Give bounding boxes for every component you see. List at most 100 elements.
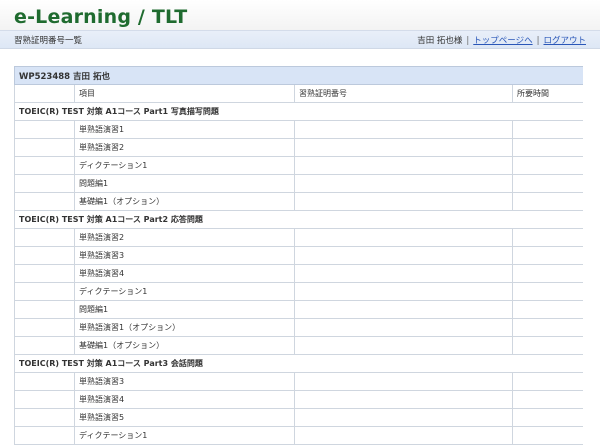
certificate-table-panel: WP523488 吉田 拓也 項目 習熟証明番号 所要時間 TOEIC(R) T… xyxy=(14,66,583,445)
nav-separator: | xyxy=(466,36,470,46)
item-row: 問題編1 xyxy=(14,174,583,193)
indent-cell xyxy=(14,408,75,427)
certificate-number-cell xyxy=(294,372,513,391)
item-row: 単熟語演習4 xyxy=(14,264,583,283)
header-row: 項目 習熟証明番号 所要時間 xyxy=(14,84,583,103)
certificate-number-cell xyxy=(294,282,513,301)
duration-cell xyxy=(511,426,583,445)
duration-cell xyxy=(511,120,583,139)
certificate-number-cell xyxy=(294,138,513,157)
duration-cell xyxy=(511,282,583,301)
column-header-number: 習熟証明番号 xyxy=(294,84,513,103)
indent-cell xyxy=(14,372,75,391)
item-row: 単熟語演習2 xyxy=(14,228,583,247)
duration-cell xyxy=(511,408,583,427)
certificate-number-cell xyxy=(294,246,513,265)
item-name-cell: 単熟語演習2 xyxy=(74,228,295,247)
item-name-cell: 問題編1 xyxy=(74,174,295,193)
item-row: 単熟語演習3 xyxy=(14,246,583,265)
blank-header-cell xyxy=(14,84,75,103)
app-logo: e-Learning / TLT xyxy=(14,6,188,28)
certificate-number-cell xyxy=(294,120,513,139)
indent-cell xyxy=(14,138,75,157)
indent-cell xyxy=(14,156,75,175)
course-section-title: TOEIC(R) TEST 対策 A1コース Part1 写真描写問題 xyxy=(14,102,583,121)
item-name-cell: ディクテーション1 xyxy=(74,156,295,175)
course-section-title: TOEIC(R) TEST 対策 A1コース Part2 応答問題 xyxy=(14,210,583,229)
user-nav: 吉田 拓也様 | トップページへ | ログアウト xyxy=(417,34,586,46)
course-section-row: TOEIC(R) TEST 対策 A1コース Part1 写真描写問題 xyxy=(14,102,583,121)
indent-cell xyxy=(14,174,75,193)
page-title: 習熟証明番号一覧 xyxy=(14,36,83,46)
item-name-cell: 単熟語演習2 xyxy=(74,138,295,157)
certificate-number-cell xyxy=(294,426,513,445)
logout-link[interactable]: ログアウト xyxy=(543,36,586,46)
duration-cell xyxy=(511,246,583,265)
duration-cell xyxy=(511,174,583,193)
duration-cell xyxy=(511,192,583,211)
indent-cell xyxy=(14,228,75,247)
certificate-number-cell xyxy=(294,264,513,283)
certificate-number-cell xyxy=(294,228,513,247)
item-name-cell: 単熟語演習4 xyxy=(74,390,295,409)
top-page-link[interactable]: トップページへ xyxy=(473,36,532,46)
nav-separator: | xyxy=(536,36,540,46)
item-row: 問題編1 xyxy=(14,300,583,319)
item-name-cell: ディクテーション1 xyxy=(74,426,295,445)
user-row: WP523488 吉田 拓也 xyxy=(14,66,583,85)
item-name-cell: 基礎編1（オプション） xyxy=(74,336,295,355)
duration-cell xyxy=(511,264,583,283)
certificate-table: WP523488 吉田 拓也 項目 習熟証明番号 所要時間 TOEIC(R) T… xyxy=(14,66,583,445)
item-name-cell: 単熟語演習5 xyxy=(74,408,295,427)
indent-cell xyxy=(14,300,75,319)
item-name-cell: 単熟語演習4 xyxy=(74,264,295,283)
item-row: ディクテーション1 xyxy=(14,156,583,175)
indent-cell xyxy=(14,192,75,211)
certificate-number-cell xyxy=(294,390,513,409)
item-row: 単熟語演習5 xyxy=(14,408,583,427)
certificate-number-cell xyxy=(294,156,513,175)
item-name-cell: 問題編1 xyxy=(74,300,295,319)
duration-cell xyxy=(511,138,583,157)
indent-cell xyxy=(14,390,75,409)
column-header-time: 所要時間 xyxy=(511,84,583,103)
item-row: 基礎編1（オプション） xyxy=(14,192,583,211)
certificate-number-cell xyxy=(294,318,513,337)
duration-cell xyxy=(511,156,583,175)
certificate-number-cell xyxy=(294,174,513,193)
column-header-item: 項目 xyxy=(74,84,295,103)
duration-cell xyxy=(511,390,583,409)
course-section-title: TOEIC(R) TEST 対策 A1コース Part3 会話問題 xyxy=(14,354,583,373)
item-row: 単熟語演習2 xyxy=(14,138,583,157)
item-name-cell: 単熟語演習3 xyxy=(74,372,295,391)
item-name-cell: 単熟語演習3 xyxy=(74,246,295,265)
item-row: 単熟語演習1（オプション） xyxy=(14,318,583,337)
duration-cell xyxy=(511,336,583,355)
item-name-cell: 単熟語演習1 xyxy=(74,120,295,139)
user-greeting: 吉田 拓也様 xyxy=(417,36,463,46)
user-id-label: WP523488 吉田 拓也 xyxy=(14,66,583,85)
indent-cell xyxy=(14,282,75,301)
indent-cell xyxy=(14,264,75,283)
duration-cell xyxy=(511,228,583,247)
item-name-cell: ディクテーション1 xyxy=(74,282,295,301)
course-section-row: TOEIC(R) TEST 対策 A1コース Part2 応答問題 xyxy=(14,210,583,229)
indent-cell xyxy=(14,336,75,355)
top-bar: e-Learning / TLT xyxy=(0,0,600,30)
indent-cell xyxy=(14,426,75,445)
item-row: 単熟語演習4 xyxy=(14,390,583,409)
item-row: 単熟語演習3 xyxy=(14,372,583,391)
indent-cell xyxy=(14,318,75,337)
item-row: 単熟語演習1 xyxy=(14,120,583,139)
duration-cell xyxy=(511,300,583,319)
indent-cell xyxy=(14,120,75,139)
item-row: 基礎編1（オプション） xyxy=(14,336,583,355)
course-section-row: TOEIC(R) TEST 対策 A1コース Part3 会話問題 xyxy=(14,354,583,373)
duration-cell xyxy=(511,318,583,337)
certificate-number-cell xyxy=(294,408,513,427)
certificate-number-cell xyxy=(294,336,513,355)
certificate-number-cell xyxy=(294,192,513,211)
certificate-number-cell xyxy=(294,300,513,319)
sub-header: 習熟証明番号一覧 吉田 拓也様 | トップページへ | ログアウト xyxy=(0,30,600,49)
item-name-cell: 基礎編1（オプション） xyxy=(74,192,295,211)
